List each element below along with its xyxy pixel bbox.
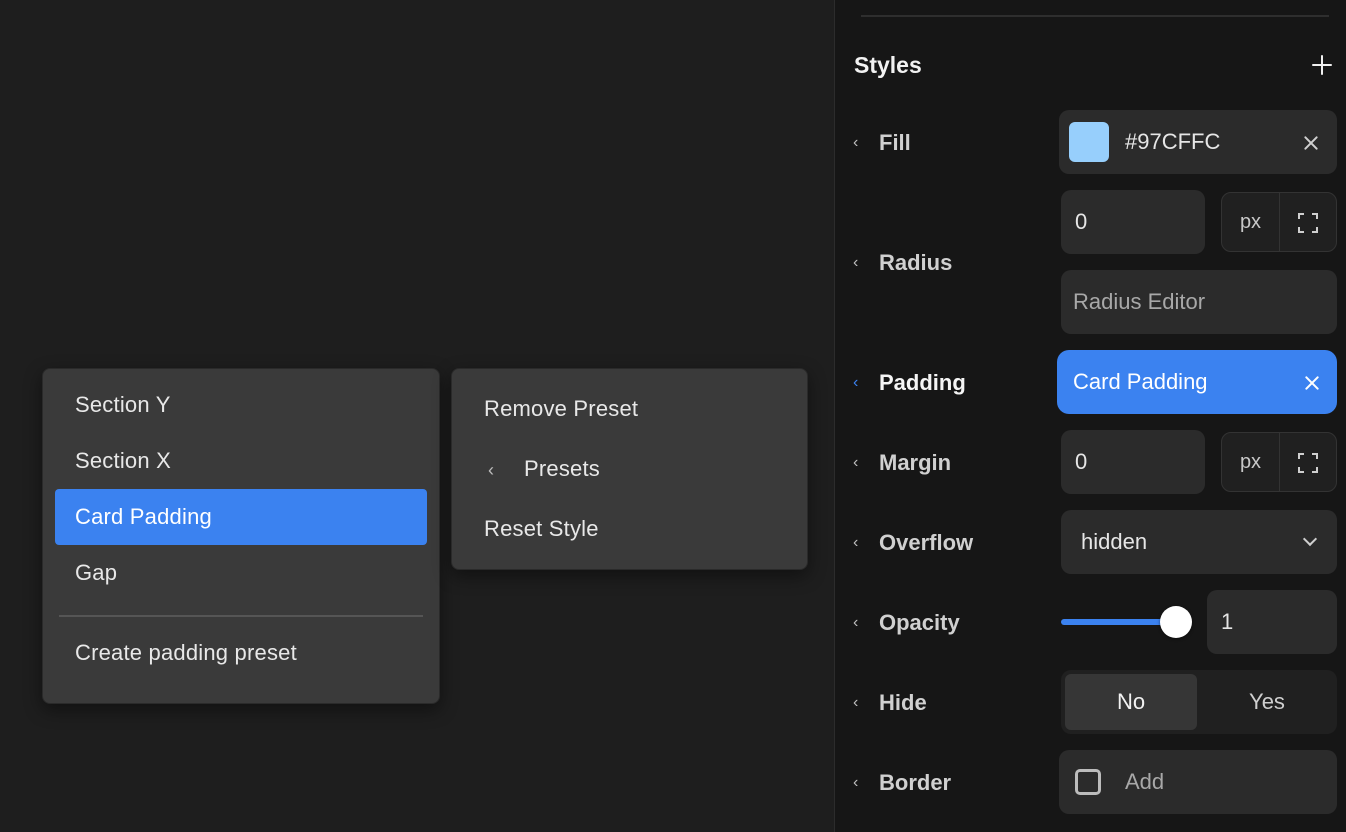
chevron-left-icon: ‹ [853, 694, 859, 711]
overflow-label: Overflow [879, 530, 974, 555]
panel-divider [861, 15, 1329, 17]
border-label: Border [879, 770, 952, 795]
presets-submenu-label: Presets [524, 456, 600, 481]
reset-style-button[interactable]: Reset Style [464, 501, 795, 561]
chevron-left-icon: ‹ [488, 460, 495, 480]
menu-item-section-y[interactable]: Section Y [55, 377, 427, 433]
menu-item-section-x[interactable]: Section X [55, 433, 427, 489]
chevron-left-icon: ‹ [853, 614, 859, 631]
radius-input[interactable]: 0 [1061, 190, 1205, 254]
border-row-toggle[interactable]: ‹ Border [853, 768, 951, 798]
chevron-left-icon: ‹ [853, 534, 859, 551]
hide-segmented-control: No Yes [1061, 670, 1337, 734]
fill-label: Fill [879, 130, 911, 155]
chevron-left-icon: ‹ [853, 374, 859, 391]
chevron-left-icon: ‹ [853, 454, 859, 471]
close-icon[interactable] [1302, 373, 1322, 393]
radius-unit-group: px [1221, 192, 1337, 252]
opacity-label: Opacity [879, 610, 960, 635]
padding-row-toggle[interactable]: ‹ Padding [853, 368, 966, 398]
opacity-row-toggle[interactable]: ‹ Opacity [853, 608, 960, 638]
fill-color-field[interactable]: #97CFFC [1059, 110, 1337, 174]
padding-label: Padding [879, 370, 966, 395]
opacity-slider-thumb[interactable] [1160, 606, 1192, 638]
close-icon[interactable] [1301, 133, 1321, 153]
checkbox-icon[interactable] [1075, 769, 1101, 795]
menu-divider [59, 615, 423, 617]
create-padding-preset-button[interactable]: Create padding preset [55, 625, 427, 681]
remove-preset-button[interactable]: Remove Preset [464, 381, 795, 441]
hide-option-yes[interactable]: Yes [1201, 674, 1333, 730]
overflow-select[interactable]: hidden [1061, 510, 1337, 574]
hide-option-no[interactable]: No [1065, 674, 1197, 730]
border-add-label: Add [1125, 769, 1165, 794]
opacity-input[interactable]: 1 [1207, 590, 1337, 654]
radius-editor-input[interactable]: Radius Editor [1061, 270, 1337, 334]
margin-input[interactable]: 0 [1061, 430, 1205, 494]
chevron-left-icon: ‹ [853, 134, 859, 151]
overflow-row-toggle[interactable]: ‹ Overflow [853, 528, 973, 558]
radius-unit[interactable]: px [1222, 193, 1280, 251]
expand-icon[interactable] [1298, 453, 1318, 473]
margin-value: 0 [1075, 449, 1088, 474]
margin-unit-group: px [1221, 432, 1337, 492]
chevron-left-icon: ‹ [853, 774, 859, 791]
hide-row-toggle[interactable]: ‹ Hide [853, 688, 927, 718]
opacity-value: 1 [1221, 609, 1234, 634]
border-add-field[interactable]: Add [1059, 750, 1337, 814]
add-style-button[interactable] [1307, 50, 1337, 80]
chevron-down-icon [1302, 531, 1318, 547]
margin-row-toggle[interactable]: ‹ Margin [853, 448, 951, 478]
panel-title: Styles [854, 52, 922, 78]
color-swatch[interactable] [1069, 122, 1109, 162]
radius-label: Radius [879, 250, 953, 275]
padding-preset-value: Card Padding [1073, 369, 1208, 394]
expand-icon[interactable] [1298, 213, 1318, 233]
padding-preset-pill[interactable]: Card Padding [1057, 350, 1337, 414]
styles-panel: Styles ‹ Fill #97CFFC ‹ Radius 0 px Radius… [834, 0, 1346, 832]
radius-row-toggle[interactable]: ‹ Radius [853, 248, 952, 278]
padding-presets-menu: Section Y Section X Card Padding Gap Cre… [42, 368, 440, 704]
overflow-value: hidden [1081, 529, 1148, 554]
hide-label: Hide [879, 690, 927, 715]
chevron-left-icon: ‹ [853, 254, 859, 271]
radius-editor-placeholder: Radius Editor [1073, 289, 1206, 314]
menu-item-card-padding[interactable]: Card Padding [55, 489, 427, 545]
presets-submenu[interactable]: ‹ Presets [464, 441, 795, 501]
fill-value: #97CFFC [1125, 129, 1221, 154]
fill-row-toggle[interactable]: ‹ Fill [853, 128, 911, 158]
menu-item-gap[interactable]: Gap [55, 545, 427, 601]
preset-actions-menu: Remove Preset ‹ Presets Reset Style [451, 368, 808, 570]
margin-unit[interactable]: px [1222, 433, 1280, 491]
radius-value: 0 [1075, 209, 1088, 234]
margin-label: Margin [879, 450, 952, 475]
